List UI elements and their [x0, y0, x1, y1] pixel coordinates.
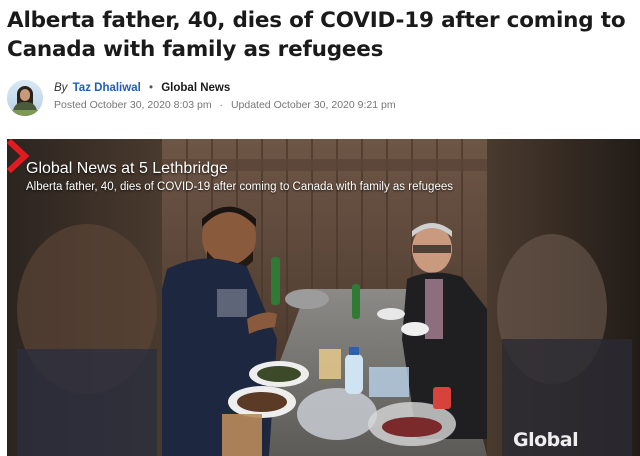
author-avatar[interactable] — [7, 80, 43, 116]
video-subtitle: Alberta father, 40, dies of COVID-19 aft… — [26, 181, 453, 193]
video-player[interactable]: Global News at 5 Lethbridge Alberta fath… — [7, 139, 640, 456]
organization-name: Global News — [161, 82, 231, 94]
posted-date: Posted October 30, 2020 8:03 pm — [54, 99, 212, 111]
byline-by-label: By — [54, 82, 68, 94]
global-logo: Global — [513, 429, 579, 451]
video-title: Global News at 5 Lethbridge — [26, 160, 228, 177]
byline-separator: • — [149, 82, 154, 94]
date-separator: · — [219, 99, 224, 111]
byline-dates-row: Posted October 30, 2020 8:03 pm · Update… — [54, 99, 396, 111]
article-headline: Alberta father, 40, dies of COVID-19 aft… — [7, 8, 626, 62]
global-logo-chevron-icon — [7, 139, 30, 173]
updated-date: Updated October 30, 2020 9:21 pm — [230, 99, 396, 111]
byline: By Taz Dhaliwal • Global News Posted Oct… — [7, 80, 637, 118]
author-link[interactable]: Taz Dhaliwal — [73, 82, 141, 94]
byline-author-row: By Taz Dhaliwal • Global News — [54, 82, 230, 94]
